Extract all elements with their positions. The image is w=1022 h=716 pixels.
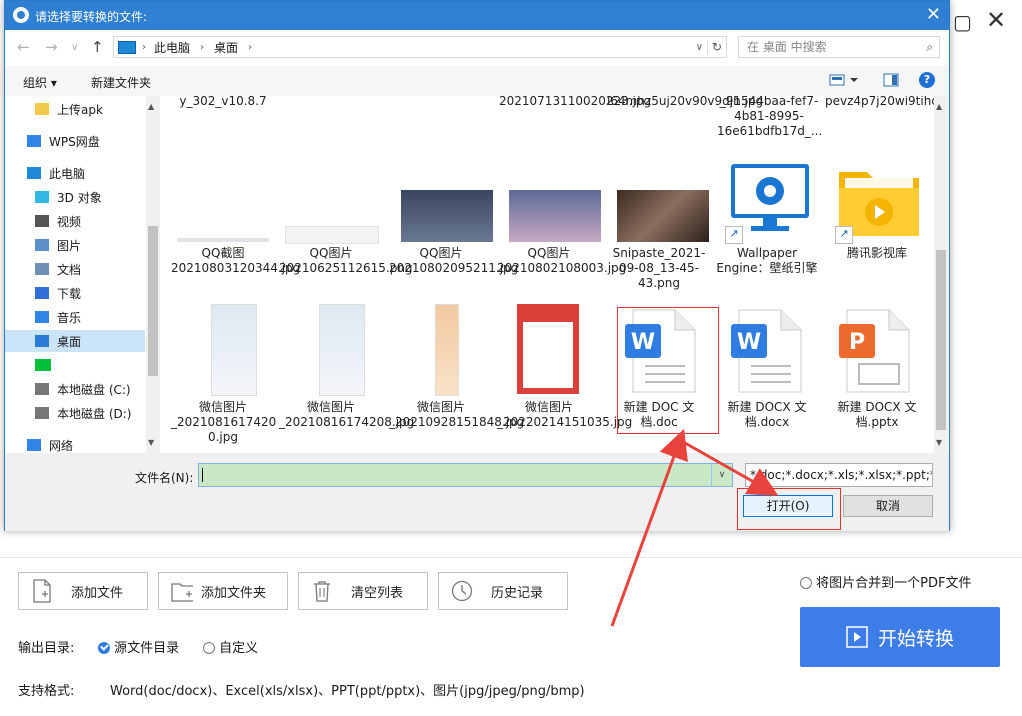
annotation-arrows — [610, 428, 779, 627]
